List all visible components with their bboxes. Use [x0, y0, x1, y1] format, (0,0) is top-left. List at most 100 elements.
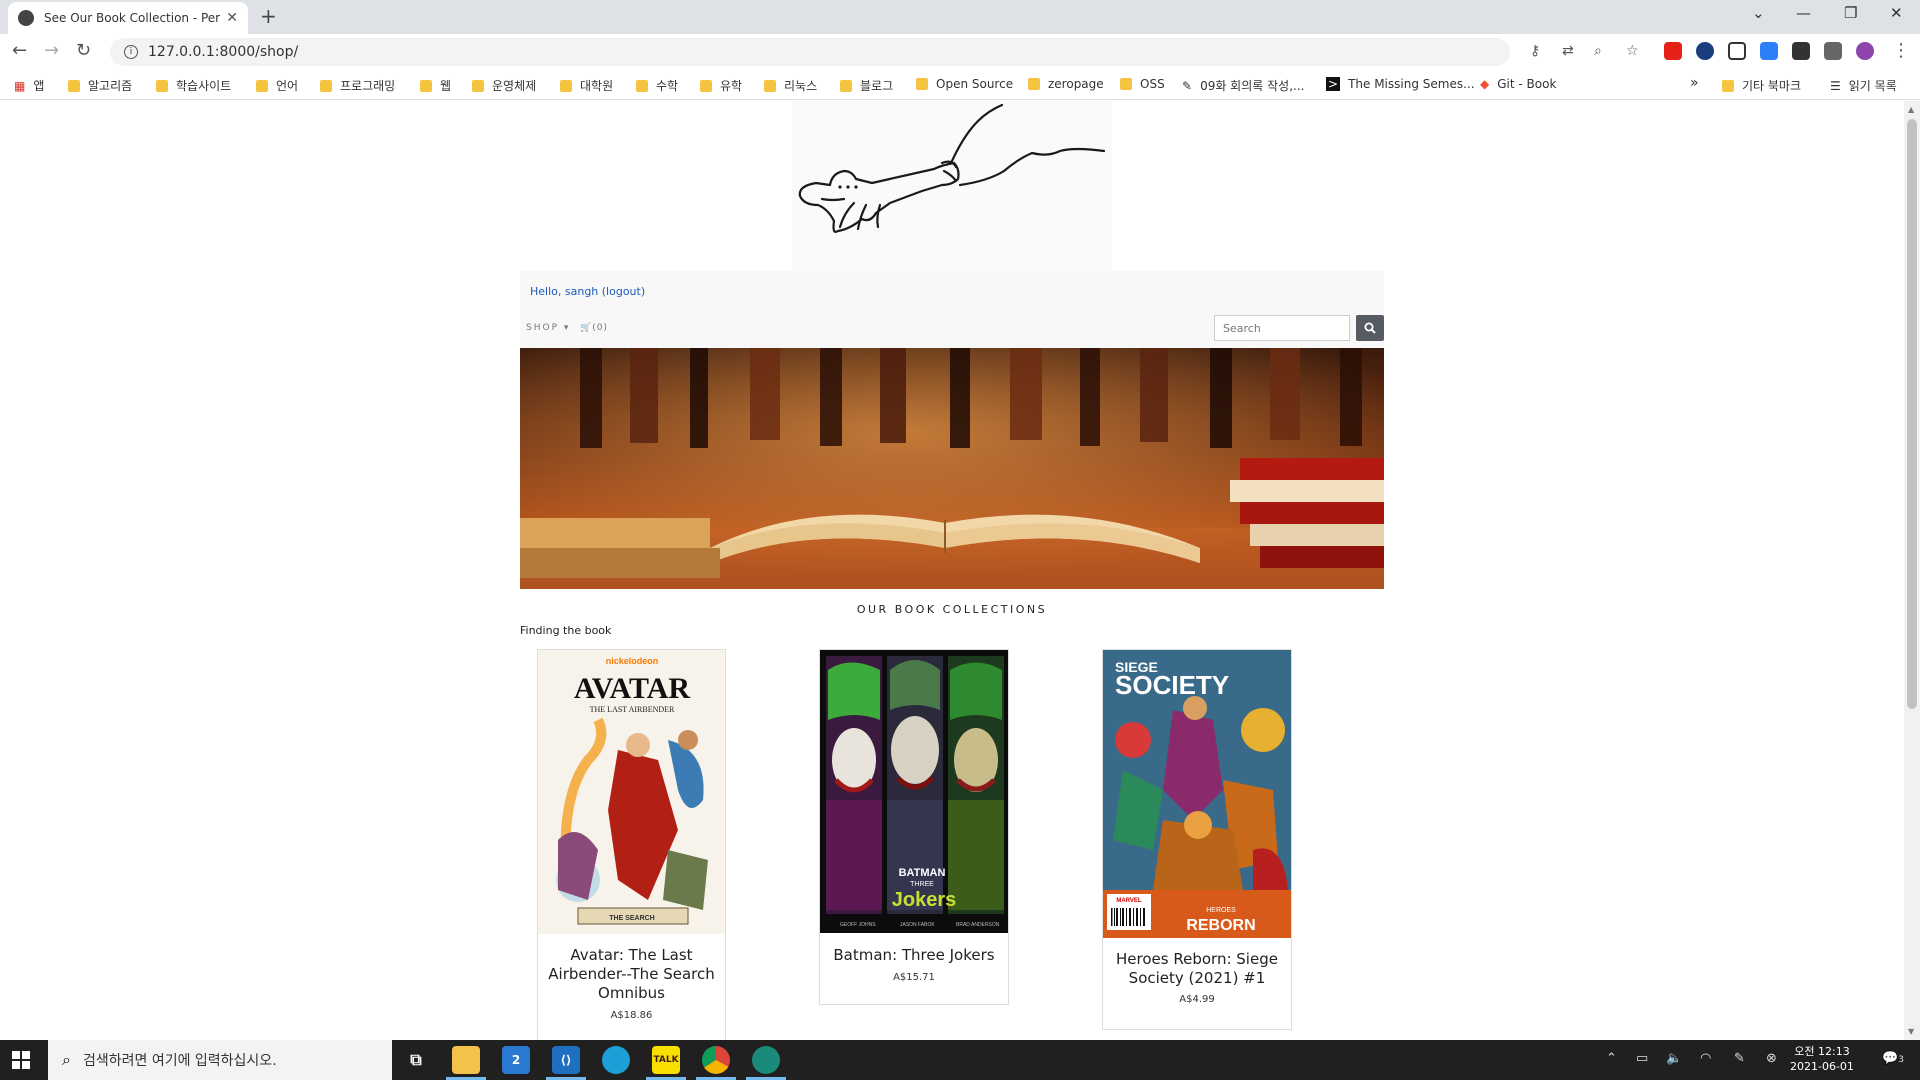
bookmark-folder[interactable]: OSS — [1120, 77, 1165, 91]
address-bar[interactable]: i 127.0.0.1:8000/shop/ — [110, 38, 1510, 66]
edge-icon[interactable] — [602, 1046, 630, 1074]
page-scrollbar[interactable]: ▲ ▼ — [1904, 101, 1920, 1040]
folder-icon — [256, 79, 268, 92]
scroll-down-icon[interactable]: ▼ — [1908, 1027, 1914, 1036]
bookmarks-bar: ▦ 앱 알고리즘 학습사이트 언어 프로그래밍 웹 운영체제 대학원 수학 유학… — [0, 70, 1920, 100]
kakaotalk-icon[interactable]: TALK — [652, 1046, 680, 1074]
check-extension-icon[interactable] — [1696, 42, 1714, 60]
close-circle-icon[interactable]: ⊗ — [1766, 1051, 1777, 1066]
bookmark-folder[interactable]: 블로그 — [840, 77, 893, 94]
app-icon[interactable] — [752, 1046, 780, 1074]
restore-button[interactable]: ❐ — [1844, 4, 1857, 22]
folder-icon — [1028, 78, 1040, 90]
vscode-icon[interactable]: ⟨⟩ — [552, 1046, 580, 1074]
box-extension-icon[interactable] — [1792, 42, 1810, 60]
apps-shortcut[interactable]: ▦ 앱 — [14, 77, 44, 94]
shop-dropdown[interactable]: SHOP ▾ — [526, 323, 570, 333]
back-icon[interactable]: ← — [12, 40, 27, 61]
book-card[interactable]: SIEGE SOCIETY MARVEL HEROES REBORN Heroe… — [1102, 649, 1292, 1030]
search-button[interactable] — [1356, 315, 1384, 341]
book-title[interactable]: Avatar: The Last Airbender--The Search O… — [538, 946, 725, 1003]
close-window-button[interactable]: ✕ — [1890, 4, 1903, 22]
folder-icon — [916, 78, 928, 90]
scroll-up-icon[interactable]: ▲ — [1908, 105, 1914, 114]
menu-dots-icon[interactable]: ⋮ — [1892, 40, 1910, 61]
bookmark-folder[interactable]: 학습사이트 — [156, 77, 231, 94]
task-view-icon[interactable]: ⧉ — [402, 1046, 430, 1074]
book-cover-image[interactable]: BATMAN THREE Jokers GEOFF JOHNS JASON FA… — [820, 650, 1008, 933]
collections-heading: OUR BOOK COLLECTIONS — [856, 603, 1048, 616]
site-info-icon[interactable]: i — [124, 45, 138, 59]
scrollbar-thumb[interactable] — [1907, 119, 1917, 709]
bookmark-folder[interactable]: 알고리즘 — [68, 77, 132, 94]
book-card[interactable]: BATMAN THREE Jokers GEOFF JOHNS JASON FA… — [819, 649, 1009, 1005]
file-explorer-icon[interactable] — [452, 1046, 480, 1074]
book-cover-image[interactable]: nickelodeon AVATAR THE LAST AIRBENDER TH… — [538, 650, 725, 934]
tab-search-icon[interactable]: ⌄ — [1752, 4, 1765, 22]
avatar-banner: THE SEARCH — [609, 915, 655, 922]
book-price: A$18.86 — [610, 1010, 653, 1021]
reload-icon[interactable]: ↻ — [76, 40, 91, 61]
volume-icon[interactable]: 🔈 — [1666, 1051, 1682, 1066]
battery-icon[interactable]: ▭ — [1636, 1051, 1648, 1066]
bookmark-link[interactable]: > The Missing Semes... — [1326, 77, 1475, 91]
user-greeting-link[interactable]: Hello, sangh (logout) — [530, 285, 645, 298]
notification-center-icon[interactable]: 💬3 — [1882, 1051, 1904, 1066]
key-icon[interactable]: ⚷ — [1530, 43, 1540, 59]
site-logo[interactable] — [792, 101, 1112, 271]
folder-icon — [1722, 79, 1734, 92]
browser-tab-strip: See Our Book Collection - Perfe ✕ + ⌄ — … — [0, 0, 1920, 34]
window-extension-icon[interactable] — [1728, 42, 1746, 60]
book-title[interactable]: Batman: Three Jokers — [820, 946, 1008, 965]
bookmark-star-icon[interactable]: ☆ — [1626, 43, 1639, 59]
browser-tab[interactable]: See Our Book Collection - Perfe ✕ — [8, 2, 248, 34]
minimize-button[interactable]: — — [1796, 4, 1811, 22]
address-text: 127.0.0.1:8000/shop/ — [148, 44, 299, 60]
bookmark-folder[interactable]: zeropage — [1028, 77, 1104, 91]
close-tab-icon[interactable]: ✕ — [226, 10, 238, 26]
youtube-extension-icon[interactable] — [1664, 42, 1682, 60]
avatar-title: AVATAR — [574, 672, 690, 705]
siege-line2: SOCIETY — [1115, 670, 1229, 700]
taskbar-clock[interactable]: 오전 12:13 2021-06-01 — [1790, 1044, 1854, 1074]
wave-extension-icon[interactable] — [1760, 42, 1778, 60]
bookmark-folder[interactable]: 리눅스 — [764, 77, 817, 94]
other-bookmarks[interactable]: 기타 북마크 — [1722, 77, 1801, 94]
bookmark-folder[interactable]: 수학 — [636, 77, 678, 94]
finding-label: Finding the book — [520, 624, 612, 637]
reading-list[interactable]: ☰ 읽기 목록 — [1830, 77, 1897, 94]
bookmark-link[interactable]: ✎ 09화 회의록 작성,... — [1182, 77, 1304, 94]
batman-credit: JASON FABOK — [900, 922, 935, 928]
tab-title: See Our Book Collection - Perfe — [44, 11, 221, 25]
bookmark-folder[interactable]: 웹 — [420, 77, 451, 94]
windows-start-icon[interactable] — [12, 1051, 30, 1069]
bookmark-folder[interactable]: Open Source — [916, 77, 1013, 91]
search-input[interactable] — [1214, 315, 1350, 341]
chrome-icon[interactable] — [702, 1046, 730, 1074]
book-cover-image[interactable]: SIEGE SOCIETY MARVEL HEROES REBORN — [1103, 650, 1291, 938]
bookmark-folder[interactable]: 언어 — [256, 77, 298, 94]
network-icon[interactable]: ◠ — [1700, 1051, 1711, 1066]
folder-icon — [840, 79, 852, 92]
profile-avatar[interactable] — [1856, 42, 1874, 60]
mail-icon[interactable]: 2 — [502, 1046, 530, 1074]
zoom-icon[interactable]: ⌕ — [1594, 43, 1602, 59]
new-tab-button[interactable]: + — [260, 4, 277, 28]
cart-link[interactable]: 🛒(0) — [580, 323, 608, 333]
book-card[interactable]: nickelodeon AVATAR THE LAST AIRBENDER TH… — [537, 649, 726, 1040]
taskbar-search[interactable]: ⌕ 검색하려면 여기에 입력하십시오. — [48, 1040, 392, 1080]
bookmark-folder[interactable]: 유학 — [700, 77, 742, 94]
bookmark-folder[interactable]: 운영체제 — [472, 77, 536, 94]
puzzle-extension-icon[interactable] — [1824, 42, 1842, 60]
bookmark-link[interactable]: ◆ Git - Book — [1480, 77, 1556, 91]
bookmark-folder[interactable]: 프로그래밍 — [320, 77, 395, 94]
tray-overflow-icon[interactable]: ⌃ — [1606, 1051, 1617, 1066]
clock-date: 2021-06-01 — [1790, 1060, 1854, 1073]
more-bookmarks-button[interactable]: » — [1690, 75, 1699, 91]
translate-icon[interactable]: ⇄ — [1562, 43, 1574, 59]
windows-taskbar: ⌕ 검색하려면 여기에 입력하십시오. ⧉ 2 ⟨⟩ TALK ⌃ ▭ 🔈 ◠ … — [0, 1040, 1920, 1080]
book-title[interactable]: Heroes Reborn: Siege Society (2021) #1 — [1103, 950, 1291, 988]
pen-workspace-icon[interactable]: ✎ — [1734, 1051, 1745, 1066]
bookmark-folder[interactable]: 대학원 — [560, 77, 613, 94]
forward-icon[interactable]: → — [44, 40, 59, 61]
